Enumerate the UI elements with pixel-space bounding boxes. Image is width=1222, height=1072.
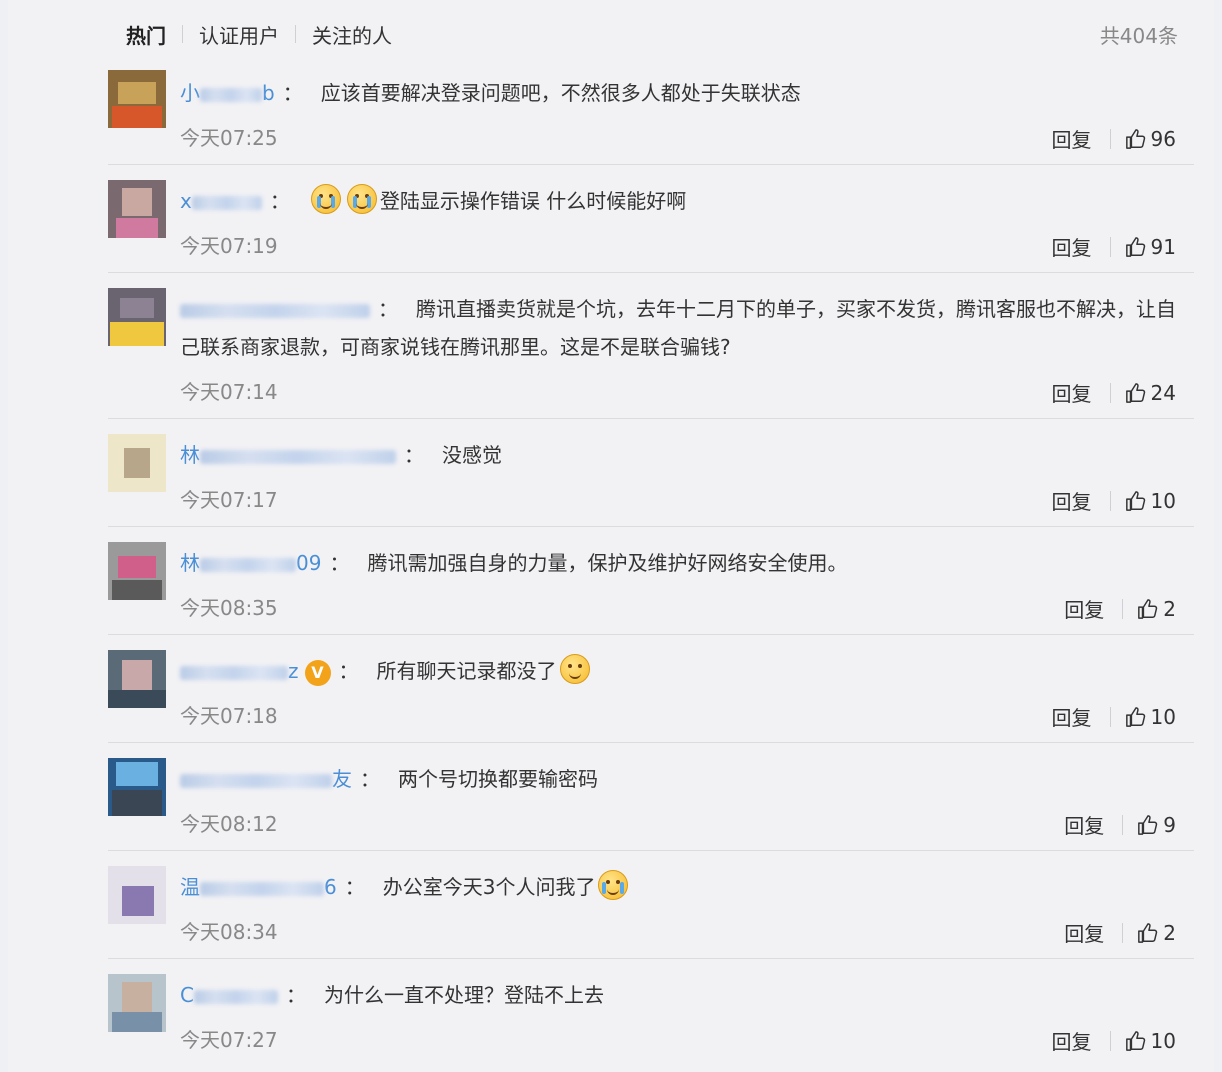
username[interactable]: 友	[180, 760, 352, 798]
comment-text: 办公室今天3个人问我了	[382, 875, 596, 899]
thumbs-up-icon	[1125, 1030, 1145, 1051]
comment-text: 应该首要解决登录问题吧，不然很多人都处于失联状态	[320, 81, 801, 105]
comment-item: z V：所有聊天记录都没了 今天07:18 回复 10	[108, 634, 1194, 743]
comment-item: ：腾讯直播卖货就是个坑，去年十二月下的单子，买家不发货，腾讯客服也不解决，让自己…	[108, 272, 1194, 419]
like-button[interactable]: 9	[1137, 813, 1176, 837]
avatar[interactable]	[108, 542, 166, 600]
comment-item: 友：两个号切换都要输密码 今天08:12 回复 9	[108, 742, 1194, 851]
comment-text: 腾讯需加强自身的力量，保护及维护好网络安全使用。	[367, 551, 848, 575]
comment-text: 没感觉	[442, 443, 502, 467]
thumbs-up-icon	[1125, 236, 1145, 257]
comment-time: 今天07:19	[180, 234, 278, 258]
like-button[interactable]: 24	[1125, 381, 1176, 405]
comment-tabs: 热门 认证用户 关注的人	[126, 18, 408, 50]
thumbs-up-icon	[1138, 598, 1158, 619]
username[interactable]: 林	[180, 436, 396, 474]
reply-button[interactable]: 回复	[1052, 124, 1092, 153]
thumbs-up-icon	[1125, 128, 1145, 149]
like-count: 10	[1150, 704, 1176, 729]
like-button[interactable]: 2	[1137, 597, 1176, 621]
comment-panel: 热门 认证用户 关注的人 共404条 小 b：应该首要解决登录问题吧，不然很多人都…	[8, 0, 1214, 1072]
like-button[interactable]: 10	[1125, 489, 1176, 513]
comment-count: 共404条	[1099, 24, 1178, 48]
verified-v-badge-icon: V	[304, 659, 331, 686]
tab-hot[interactable]: 热门	[126, 20, 182, 49]
like-count: 96	[1150, 126, 1176, 151]
reply-button[interactable]: 回复	[1064, 594, 1104, 623]
like-count: 24	[1150, 380, 1176, 405]
reply-button[interactable]: 回复	[1052, 232, 1092, 261]
comment-time: 今天07:17	[180, 488, 278, 512]
comment-text: 为什么一直不处理？登陆不上去	[323, 983, 604, 1007]
username[interactable]	[180, 290, 370, 328]
like-count: 2	[1163, 920, 1176, 945]
username[interactable]: x	[180, 182, 262, 220]
reply-button[interactable]: 回复	[1052, 702, 1092, 731]
like-button[interactable]: 10	[1125, 1029, 1176, 1053]
comment-text: 所有聊天记录都没了	[376, 659, 557, 683]
comment-time: 今天07:18	[180, 704, 278, 728]
thumbs-up-icon	[1138, 922, 1158, 943]
comment-item: 温 6：办公室今天3个人问我了 今天08:34 回复 2	[108, 850, 1194, 959]
username[interactable]: 温6	[180, 868, 337, 906]
avatar[interactable]	[108, 434, 166, 492]
like-button[interactable]: 2	[1137, 921, 1176, 945]
reply-button[interactable]: 回复	[1052, 378, 1092, 407]
comment-item: 林 09：腾讯需加强自身的力量，保护及维护好网络安全使用。 今天08:35 回复 …	[108, 526, 1194, 635]
like-count: 2	[1163, 596, 1176, 621]
comment-text: 两个号切换都要输密码	[398, 767, 598, 791]
username[interactable]: C	[180, 976, 278, 1014]
avatar[interactable]	[108, 288, 166, 346]
crying-emoji-icon	[346, 184, 377, 214]
comment-time: 今天07:25	[180, 126, 278, 150]
avatar[interactable]	[108, 650, 166, 708]
thumbs-up-icon	[1125, 706, 1145, 727]
username[interactable]: 林 09	[180, 544, 321, 582]
reply-button[interactable]: 回复	[1064, 810, 1104, 839]
smile-emoji-icon	[559, 654, 590, 684]
comment-time: 今天07:27	[180, 1028, 278, 1052]
comment-time: 今天08:34	[180, 920, 278, 944]
like-button[interactable]: 96	[1125, 127, 1176, 151]
thumbs-up-icon	[1138, 814, 1158, 835]
comment-time: 今天08:35	[180, 596, 278, 620]
thumbs-up-icon	[1125, 490, 1145, 511]
avatar[interactable]	[108, 974, 166, 1032]
tab-following[interactable]: 关注的人	[296, 20, 408, 49]
reply-button[interactable]: 回复	[1052, 486, 1092, 515]
like-button[interactable]: 91	[1125, 235, 1176, 259]
avatar[interactable]	[108, 866, 166, 924]
comment-item: 林：没感觉 今天07:17 回复 10	[108, 418, 1194, 527]
crying-emoji-icon	[310, 184, 341, 214]
comment-item: C：为什么一直不处理？登陆不上去 今天07:27 回复 10	[108, 958, 1194, 1070]
avatar[interactable]	[108, 758, 166, 816]
like-count: 9	[1163, 812, 1176, 837]
reply-button[interactable]: 回复	[1064, 918, 1104, 947]
comment-text: 登陆显示操作错误 什么时候能好啊	[379, 189, 687, 213]
like-count: 10	[1150, 1028, 1176, 1053]
like-count: 10	[1150, 488, 1176, 513]
laugh-cry-emoji-icon	[598, 870, 629, 900]
avatar[interactable]	[108, 70, 166, 128]
thumbs-up-icon	[1125, 382, 1145, 403]
comment-time: 今天08:12	[180, 812, 278, 836]
like-button[interactable]: 10	[1125, 705, 1176, 729]
comment-item: 小 b：应该首要解决登录问题吧，不然很多人都处于失联状态 今天07:25 回复 9…	[108, 70, 1194, 165]
like-count: 91	[1150, 234, 1176, 259]
reply-button[interactable]: 回复	[1052, 1026, 1092, 1055]
avatar[interactable]	[108, 180, 166, 238]
tab-verified-users[interactable]: 认证用户	[183, 20, 295, 49]
comment-item: x：登陆显示操作错误 什么时候能好啊 今天07:19 回复 91	[108, 164, 1194, 273]
comment-time: 今天07:14	[180, 380, 278, 404]
username[interactable]: 小b	[180, 74, 275, 112]
username[interactable]: zV	[180, 652, 331, 690]
